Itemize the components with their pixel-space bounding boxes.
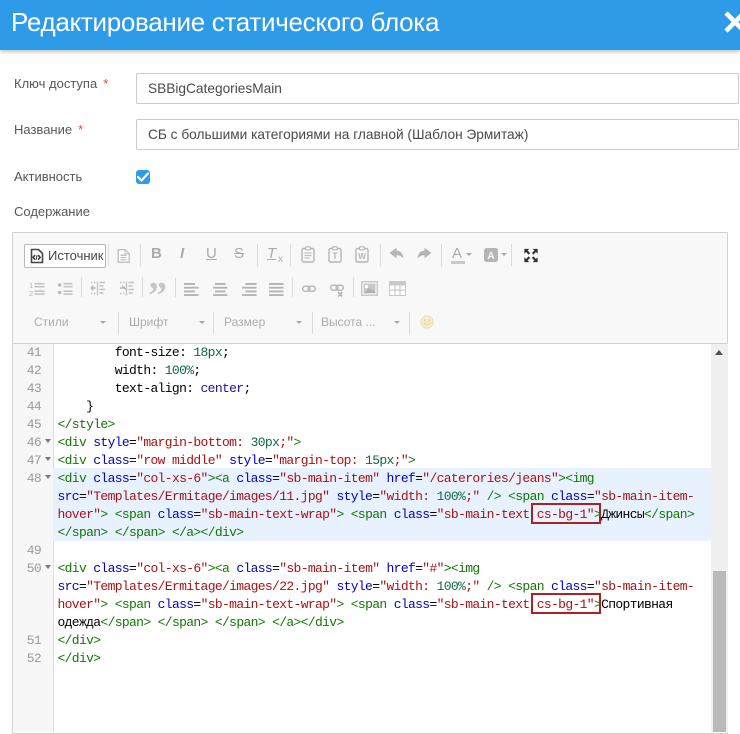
svg-text:2: 2	[29, 289, 33, 296]
svg-text:A: A	[487, 251, 494, 262]
svg-text:W: W	[358, 252, 366, 261]
svg-text:T: T	[332, 251, 338, 261]
